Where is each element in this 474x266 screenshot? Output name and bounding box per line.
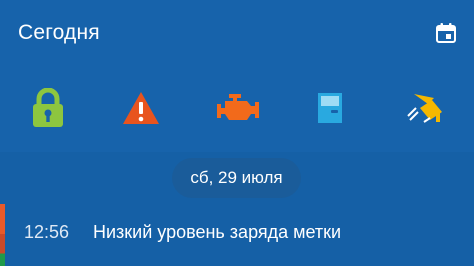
date-chip: сб, 29 июля (172, 158, 301, 198)
trunk-status-button[interactable] (402, 84, 450, 132)
warning-triangle-icon (123, 92, 159, 124)
event-severity-bar (0, 204, 5, 266)
status-icons-row (0, 84, 474, 132)
calendar-button[interactable] (432, 19, 460, 47)
page-title: Сегодня (18, 21, 100, 44)
alarm-status-button[interactable] (117, 84, 165, 132)
doors-status-button[interactable] (306, 84, 354, 132)
trunk-hatch-icon (407, 94, 442, 123)
padlock-locked-icon (33, 88, 63, 127)
event-text: Низкий уровень заряда метки (93, 222, 342, 242)
event-time: 12:56 (24, 222, 70, 242)
app-bar: Сегодня (0, 0, 474, 152)
engine-icon (217, 94, 259, 120)
calendar-icon (436, 23, 456, 43)
event-row[interactable]: 12:56 Низкий уровень заряда метки (0, 204, 474, 266)
lock-status-button[interactable] (24, 84, 72, 132)
car-door-icon (318, 93, 342, 123)
engine-status-button[interactable] (214, 84, 262, 132)
